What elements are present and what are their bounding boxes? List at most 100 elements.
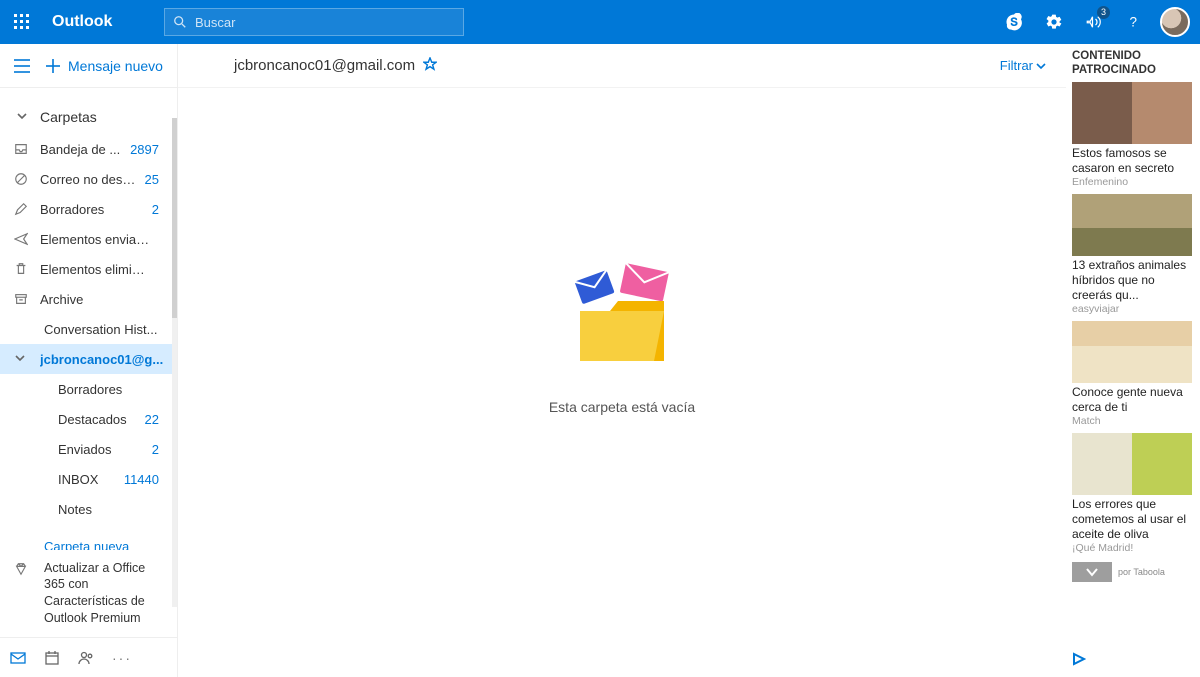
folders-label: Carpetas xyxy=(40,109,97,125)
chevron-down-icon xyxy=(16,110,40,125)
folder-label: Elementos elimina... xyxy=(40,262,159,277)
filter-button[interactable]: Filtrar xyxy=(1000,58,1046,73)
chevron-down-icon xyxy=(14,352,40,367)
empty-text: Esta carpeta está vacía xyxy=(549,399,695,415)
new-message-label: Mensaje nuevo xyxy=(68,58,163,74)
header-actions: 3 ? xyxy=(994,0,1200,44)
new-message-button[interactable]: Mensaje nuevo xyxy=(44,58,163,74)
filter-label: Filtrar xyxy=(1000,58,1033,73)
ad-source: easyviajar xyxy=(1072,303,1194,315)
sponsored-ad[interactable]: Estos famosos se casaron en secreto Enfe… xyxy=(1072,82,1194,188)
ad-image xyxy=(1072,433,1192,495)
ad-source: Match xyxy=(1072,415,1194,427)
folder-label: Destacados xyxy=(58,412,145,427)
more-modules[interactable]: ··· xyxy=(112,650,132,666)
folder-drafts[interactable]: Borradores 2 xyxy=(0,194,177,224)
pencil-icon xyxy=(14,202,40,216)
folder-sent[interactable]: Elementos enviados xyxy=(0,224,177,254)
folder-label: Bandeja de ... xyxy=(40,142,130,157)
sponsored-ad[interactable]: Los errores que cometemos al usar el ace… xyxy=(1072,433,1194,554)
folder-label: Archive xyxy=(40,292,159,307)
subfolder-inbox[interactable]: INBOX 11440 xyxy=(0,464,177,494)
folder-label: jcbroncanoc01@g... xyxy=(40,352,177,367)
app-title[interactable]: Outlook xyxy=(44,13,164,31)
folder-label: Enviados xyxy=(58,442,152,457)
folder-label: Conversation Hist... xyxy=(44,322,177,337)
folder-label: Elementos enviados xyxy=(40,232,159,247)
sponsored-ad[interactable]: 13 extraños animales híbridos que no cre… xyxy=(1072,194,1194,315)
notifications-badge: 3 xyxy=(1097,6,1110,19)
account-avatar[interactable] xyxy=(1160,7,1190,37)
new-message-row: Mensaje nuevo xyxy=(0,44,177,88)
notifications-button[interactable]: 3 xyxy=(1074,0,1114,44)
sidebar-scrollbar[interactable] xyxy=(170,88,177,637)
folder-label: INBOX xyxy=(58,472,124,487)
help-button[interactable]: ? xyxy=(1114,0,1154,44)
send-icon xyxy=(14,232,40,246)
folder-label: Borradores xyxy=(58,382,159,397)
new-folder-button[interactable]: Carpeta nueva xyxy=(0,530,177,550)
menu-toggle[interactable] xyxy=(0,59,44,73)
svg-text:?: ? xyxy=(1130,15,1138,30)
blocked-icon xyxy=(14,172,40,186)
folder-archive[interactable]: Archive xyxy=(0,284,177,314)
sidebar: Mensaje nuevo Carpetas Bandeja de ... 28… xyxy=(0,44,178,677)
ad-image xyxy=(1072,82,1192,144)
skype-button[interactable] xyxy=(994,0,1034,44)
inbox-icon xyxy=(14,142,40,156)
ad-source: ¡Qué Madrid! xyxy=(1072,542,1194,554)
adchoices-icon xyxy=(1072,652,1086,666)
search-icon xyxy=(173,15,187,29)
plus-icon xyxy=(46,59,60,73)
content-area: jcbroncanoc01@gmail.com Filtrar xyxy=(178,44,1066,677)
subfolder-notes[interactable]: Notes xyxy=(0,494,177,524)
settings-button[interactable] xyxy=(1034,0,1074,44)
folder-account-gmail[interactable]: jcbroncanoc01@g... xyxy=(0,344,177,374)
archive-icon xyxy=(14,292,40,306)
app-header: Outlook 3 ? xyxy=(0,0,1200,44)
ad-title: Estos famosos se casaron en secreto xyxy=(1072,144,1194,176)
folder-label: Borradores xyxy=(40,202,152,217)
folder-junk[interactable]: Correo no dese... 25 xyxy=(0,164,177,194)
app-launcher[interactable] xyxy=(0,0,44,44)
subfolder-enviados[interactable]: Enviados 2 xyxy=(0,434,177,464)
ads-expand-button[interactable] xyxy=(1072,562,1112,582)
folders-header[interactable]: Carpetas xyxy=(0,100,177,134)
people-module[interactable] xyxy=(78,650,94,666)
favorite-toggle[interactable] xyxy=(423,57,437,74)
ad-image xyxy=(1072,194,1192,256)
folder-conversation-history[interactable]: Conversation Hist... xyxy=(0,314,177,344)
ad-title: 13 extraños animales híbridos que no cre… xyxy=(1072,256,1194,303)
subfolder-borradores[interactable]: Borradores xyxy=(0,374,177,404)
new-folder-label: Carpeta nueva xyxy=(44,539,129,550)
module-switcher: ··· xyxy=(0,637,177,677)
folder-inbox[interactable]: Bandeja de ... 2897 xyxy=(0,134,177,164)
ad-title: Los errores que cometemos al usar el ace… xyxy=(1072,495,1194,542)
chevron-down-icon xyxy=(1085,565,1099,579)
adchoices-button[interactable] xyxy=(1072,648,1086,673)
folder-label: Correo no dese... xyxy=(40,172,145,187)
subfolder-destacados[interactable]: Destacados 22 xyxy=(0,404,177,434)
trash-icon xyxy=(14,262,40,276)
ad-source: Enfemenino xyxy=(1072,176,1194,188)
chevron-down-icon xyxy=(1036,61,1046,71)
folder-tree: Carpetas Bandeja de ... 2897 Correo no d… xyxy=(0,88,177,550)
upgrade-premium[interactable]: Actualizar a Office 365 con Característi… xyxy=(0,550,177,638)
empty-state: Esta carpeta está vacía xyxy=(178,88,1066,677)
star-icon xyxy=(423,57,437,71)
upgrade-label: Actualizar a Office 365 con Característi… xyxy=(44,560,163,628)
diamond-icon xyxy=(14,562,28,581)
search-input[interactable] xyxy=(187,15,455,30)
folder-title: jcbroncanoc01@gmail.com xyxy=(234,57,415,74)
taboola-label: por Taboola xyxy=(1118,567,1165,577)
search-box[interactable] xyxy=(164,8,464,36)
calendar-module[interactable] xyxy=(44,650,60,666)
empty-folder-illustration xyxy=(562,261,682,371)
content-header: jcbroncanoc01@gmail.com Filtrar xyxy=(178,44,1066,88)
mail-module[interactable] xyxy=(10,650,26,666)
sponsored-ad[interactable]: Conoce gente nueva cerca de ti Match xyxy=(1072,321,1194,427)
ad-title: Conoce gente nueva cerca de ti xyxy=(1072,383,1194,415)
folder-deleted[interactable]: Elementos elimina... xyxy=(0,254,177,284)
sponsored-panel: CONTENIDO PATROCINADO Estos famosos se c… xyxy=(1066,44,1200,677)
sponsored-heading: CONTENIDO PATROCINADO xyxy=(1072,46,1194,82)
